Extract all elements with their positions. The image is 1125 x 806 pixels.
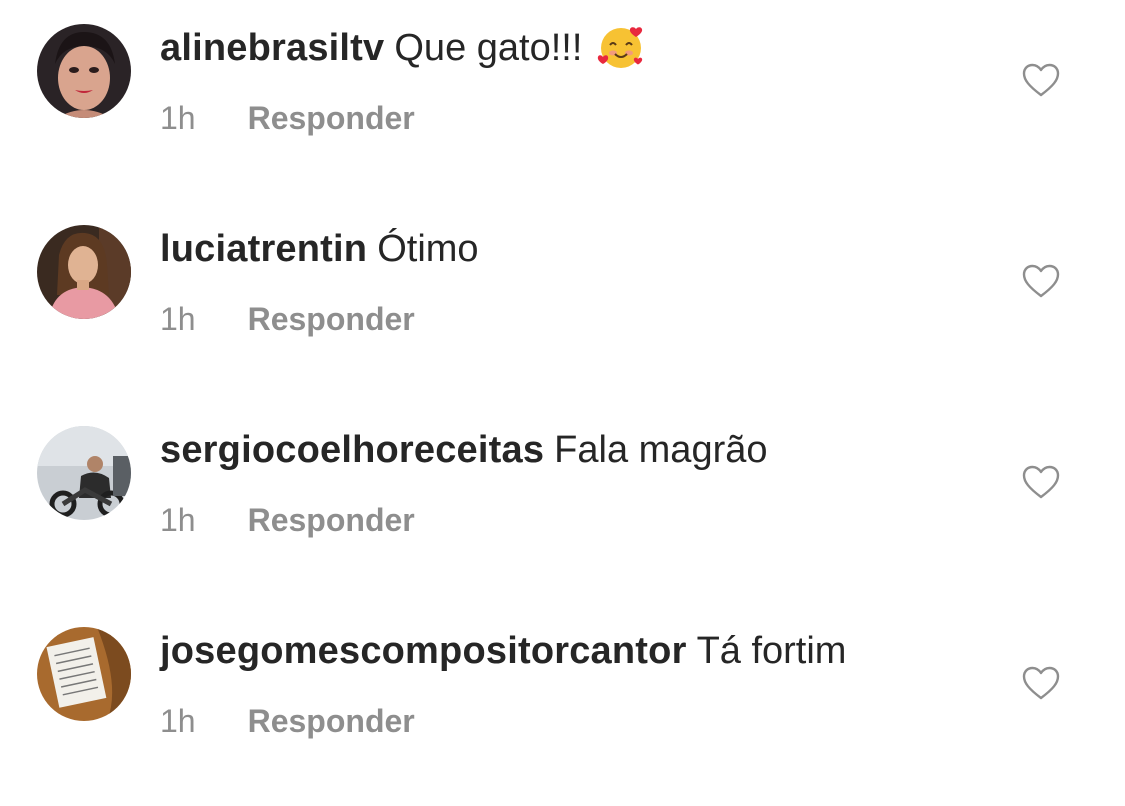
like-heart-icon[interactable] bbox=[1021, 263, 1061, 299]
comment-item: josegomescompositorcantor Tá fortim 1h Res… bbox=[0, 603, 1125, 804]
avatar-photo bbox=[37, 24, 131, 118]
avatar[interactable] bbox=[37, 225, 131, 319]
comment-item: alinebrasiltv Que gato!!! 1h Responder bbox=[0, 0, 1125, 201]
comment-meta: 1h Responder bbox=[160, 297, 415, 341]
like-heart-icon[interactable] bbox=[1021, 62, 1061, 98]
avatar-photo bbox=[37, 627, 131, 721]
smiling-face-with-hearts-icon bbox=[596, 21, 646, 71]
username[interactable]: alinebrasiltv bbox=[160, 27, 384, 69]
comment-text-line: alinebrasiltv Que gato!!! bbox=[160, 22, 646, 74]
avatar[interactable] bbox=[37, 627, 131, 721]
username[interactable]: josegomescompositorcantor bbox=[160, 630, 687, 672]
reply-button[interactable]: Responder bbox=[248, 498, 415, 542]
comment-meta: 1h Responder bbox=[160, 96, 415, 140]
comment-text-line: josegomescompositorcantor Tá fortim bbox=[160, 625, 846, 677]
timestamp: 1h bbox=[160, 703, 196, 739]
reply-button[interactable]: Responder bbox=[248, 699, 415, 743]
comment-body: Fala magrão bbox=[554, 429, 768, 471]
reply-button[interactable]: Responder bbox=[248, 297, 415, 341]
username[interactable]: luciatrentin bbox=[160, 228, 367, 270]
comment-text-line: luciatrentin Ótimo bbox=[160, 223, 479, 275]
comment-body: Ótimo bbox=[377, 228, 479, 270]
comment-body: Tá fortim bbox=[696, 630, 847, 672]
timestamp: 1h bbox=[160, 100, 196, 136]
comment-meta: 1h Responder bbox=[160, 498, 415, 542]
avatar[interactable] bbox=[37, 426, 131, 520]
comment-text-line: sergiocoelhoreceitas Fala magrão bbox=[160, 424, 768, 476]
avatar-photo bbox=[37, 225, 131, 319]
avatar[interactable] bbox=[37, 24, 131, 118]
username[interactable]: sergiocoelhoreceitas bbox=[160, 429, 544, 471]
comment-item: sergiocoelhoreceitas Fala magrão 1h Respon… bbox=[0, 402, 1125, 603]
avatar-photo bbox=[37, 426, 131, 520]
timestamp: 1h bbox=[160, 502, 196, 538]
timestamp: 1h bbox=[160, 301, 196, 337]
like-heart-icon[interactable] bbox=[1021, 464, 1061, 500]
comment-item: luciatrentin Ótimo 1h Responder bbox=[0, 201, 1125, 402]
like-heart-icon[interactable] bbox=[1021, 665, 1061, 701]
comment-meta: 1h Responder bbox=[160, 699, 415, 743]
reply-button[interactable]: Responder bbox=[248, 96, 415, 140]
comment-body: Que gato!!! bbox=[394, 27, 583, 69]
